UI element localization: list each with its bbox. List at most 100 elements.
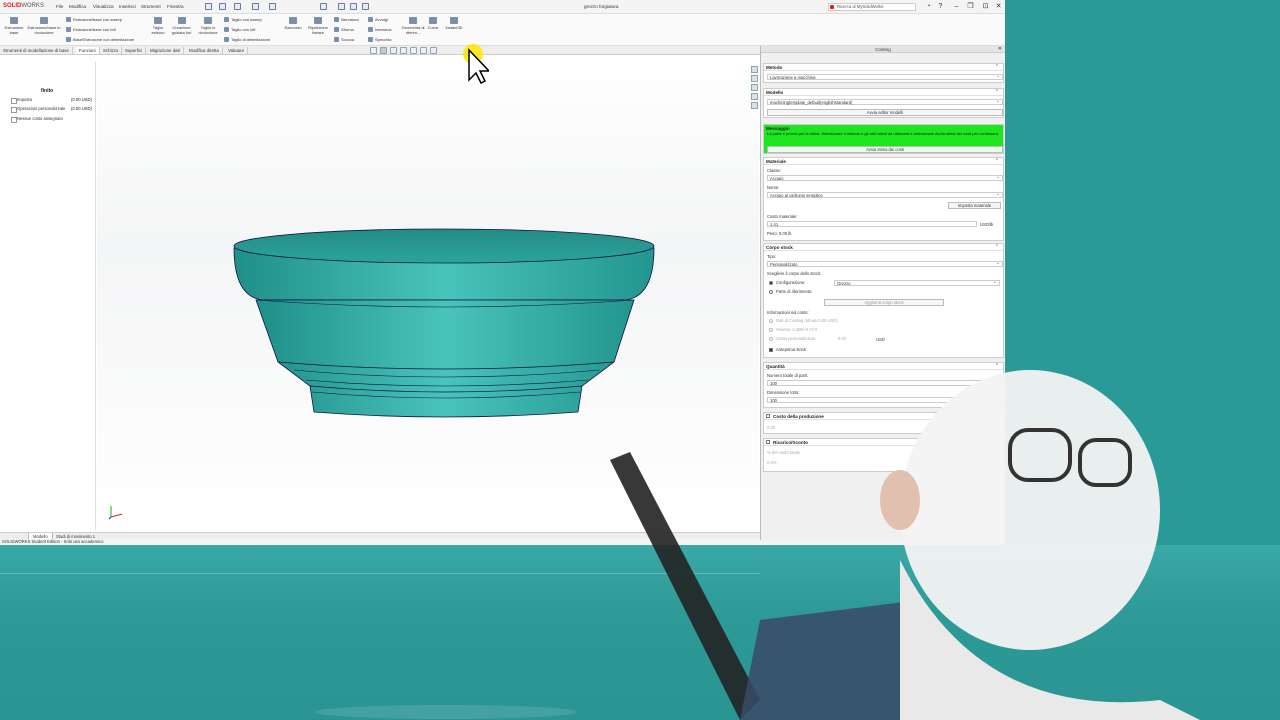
hide-show-icon[interactable] — [430, 47, 437, 54]
resources-icon[interactable] — [751, 66, 758, 73]
menu-inserisci[interactable]: Inserisci — [119, 4, 136, 9]
menu-finestra[interactable]: Finestra — [167, 4, 184, 9]
minimize-icon[interactable]: – — [952, 2, 961, 11]
save-icon[interactable] — [252, 3, 259, 10]
material-cost-input[interactable]: 1.41 — [767, 221, 977, 227]
revolved-cut-button[interactable]: Taglio in rivoluzione — [195, 17, 221, 35]
zoom-fit-icon[interactable] — [370, 47, 377, 54]
extrude-boss-button[interactable]: Estrusione base — [2, 17, 26, 35]
tab-basic-modeling[interactable]: Strumenti di modellazione di base — [0, 47, 73, 54]
reference-geometry-button[interactable]: Geometria di riferim... — [401, 17, 425, 35]
select-icon[interactable] — [320, 3, 327, 10]
search-input[interactable]: Ricerca di MySolidWorks — [828, 3, 916, 11]
menu-visualizza[interactable]: Visualizza — [93, 4, 114, 9]
rebuild-icon[interactable] — [338, 3, 345, 10]
stock-preview-checkbox[interactable] — [769, 348, 773, 352]
revolve-boss-button[interactable]: Estrusione/base in rivoluzione — [27, 17, 61, 35]
close-pane-icon[interactable]: ✕ — [998, 46, 1002, 53]
tab-sketch[interactable]: Schizzo — [100, 47, 123, 54]
menu-strumenti[interactable]: Strumenti — [141, 4, 161, 9]
tree-item-setup[interactable]: Imposta — [3, 97, 32, 104]
markup-header[interactable]: Ricarico/Sconto ⌃ — [764, 439, 1003, 446]
set-material-button[interactable]: Imposta materiale — [948, 202, 1001, 209]
production-cost-checkbox[interactable] — [766, 414, 770, 418]
custom-cost-radio[interactable] — [769, 337, 773, 341]
markup-value: 0.0% — [767, 460, 777, 465]
lot-size-input[interactable]: 100 — [767, 397, 1003, 403]
hole-wizard-button[interactable]: Creazione guidata fori — [169, 17, 194, 35]
rib-button[interactable]: Nervatura — [334, 17, 359, 22]
open-icon[interactable] — [234, 3, 241, 10]
costing-data-radio[interactable] — [769, 319, 773, 323]
boundary-cut-button[interactable]: Taglio di delimitazione — [224, 37, 270, 42]
template-select[interactable]: machiningtemplate_default(englishstandar… — [767, 99, 1003, 105]
shell-button[interactable]: Scocca — [334, 37, 354, 42]
swept-cut-button[interactable]: Taglio con sweep — [224, 17, 262, 22]
production-cost-header[interactable]: Costo della produzione — [764, 413, 1003, 420]
total-parts-input[interactable]: 100 — [767, 380, 1003, 386]
user-icon[interactable]: ◔ — [924, 2, 933, 11]
design-library-icon[interactable] — [751, 75, 758, 82]
configuration-select[interactable]: Grezzo — [834, 280, 1000, 286]
quantity-header[interactable]: Quantità ⌃ — [764, 363, 1003, 370]
tab-evaluate[interactable]: Valutare — [225, 47, 249, 54]
forging-stock-part[interactable] — [232, 228, 658, 422]
view-palette-icon[interactable] — [751, 93, 758, 100]
update-stock-button[interactable]: Aggiorna corpo stock — [824, 299, 944, 306]
stock-type-select[interactable]: Personalizzato — [767, 261, 1003, 267]
menu-modifica[interactable]: Modifica — [69, 4, 86, 9]
wrap-button[interactable]: Avvolgi — [368, 17, 388, 22]
configuration-radio[interactable] — [769, 281, 773, 285]
template-header[interactable]: Modello ⌃ — [764, 89, 1003, 96]
pin-icon[interactable]: ⊡ — [981, 2, 990, 11]
close-icon[interactable]: ✕ — [994, 2, 1003, 11]
reference-part-radio[interactable] — [769, 290, 773, 294]
tree-item-custom-operations[interactable]: Operazioni personalizzate — [3, 106, 65, 113]
material-name-select[interactable]: Acciaio al carbonio semplice — [767, 192, 1003, 198]
tab-surfaces[interactable]: Superfici — [122, 47, 147, 54]
mirror-button[interactable]: Specchia — [368, 37, 391, 42]
tree-item-no-cost[interactable]: Nessun costo assegnato — [3, 116, 63, 123]
linear-pattern-button[interactable]: Ripetizione lineare — [305, 17, 331, 35]
new-icon[interactable] — [219, 3, 226, 10]
instant3d-button[interactable]: Instant3D — [442, 17, 466, 30]
loft-boss-button[interactable]: Estrusione/base con loft — [66, 27, 116, 32]
boundary-boss-button[interactable]: Base/Estrusione con delimitazione — [66, 37, 134, 42]
options-icon[interactable] — [362, 3, 369, 10]
appearances-icon[interactable] — [751, 102, 758, 109]
custom-cost-value[interactable]: 0.00 — [838, 336, 846, 341]
volume-radio[interactable] — [769, 328, 773, 332]
restore-icon[interactable]: ❐ — [966, 2, 975, 11]
home-icon[interactable] — [205, 3, 212, 10]
tree-title: finito — [41, 88, 54, 94]
display-style-icon[interactable] — [420, 47, 427, 54]
launch-template-editor-button[interactable]: Avvia editor modelli — [767, 109, 1003, 116]
view-orientation-icon[interactable] — [410, 47, 417, 54]
draft-button[interactable]: Sformo — [334, 27, 354, 32]
previous-view-icon[interactable] — [390, 47, 397, 54]
print-icon[interactable] — [269, 3, 276, 10]
intersect-button[interactable]: Interseca — [368, 27, 391, 32]
menu-file[interactable]: File — [56, 4, 63, 9]
file-properties-icon[interactable] — [350, 3, 357, 10]
tab-direct-editing[interactable]: Modifica diretta — [186, 47, 223, 54]
method-header[interactable]: Metodo ⌃ — [764, 64, 1003, 71]
sweep-boss-button[interactable]: Estrusione/base con sweep — [66, 17, 122, 22]
tab-data-migration[interactable]: Migrazione dati — [147, 47, 184, 54]
file-explorer-icon[interactable] — [751, 84, 758, 91]
lofted-cut-button[interactable]: Taglio con loft — [224, 27, 255, 32]
class-select[interactable]: Acciaio — [767, 175, 1003, 181]
tab-features[interactable]: Funzioni — [76, 47, 100, 54]
markup-checkbox[interactable] — [766, 440, 770, 444]
method-select[interactable]: Lavorazione a macchina — [767, 74, 1003, 80]
material-header[interactable]: Materiale ⌃ — [764, 158, 1003, 165]
section-view-icon[interactable] — [400, 47, 407, 54]
stock-header[interactable]: Corpo stock ⌃ — [764, 244, 1003, 251]
extruded-cut-button[interactable]: Taglio estruso — [148, 17, 168, 35]
weight-label: Peso: 0.00 lb — [767, 231, 792, 236]
start-cost-estimation-button[interactable]: Avvia stima dei costi — [767, 146, 1003, 153]
curves-button[interactable]: Curve — [426, 17, 440, 30]
zoom-area-icon[interactable] — [380, 47, 387, 54]
fillet-button[interactable]: Raccordo — [282, 17, 304, 30]
help-icon[interactable]: ? — [936, 2, 945, 11]
